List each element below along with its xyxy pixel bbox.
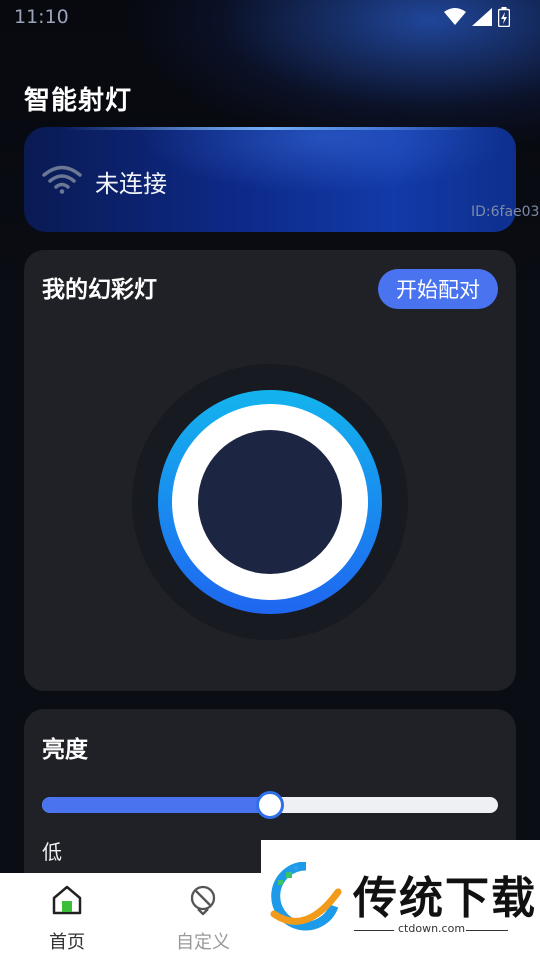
status-time: 11:10 bbox=[14, 6, 69, 28]
brightness-slider-fill bbox=[42, 797, 270, 813]
wifi-icon bbox=[42, 165, 82, 194]
nav-item-custom-label: 自定义 bbox=[176, 932, 230, 953]
home-icon bbox=[52, 885, 82, 915]
lamp-ring-graphic bbox=[132, 364, 408, 640]
connection-status: 未连接 bbox=[95, 170, 167, 198]
battery-icon bbox=[498, 7, 510, 27]
lamp-card-title: 我的幻彩灯 bbox=[42, 277, 157, 303]
status-icons bbox=[444, 7, 510, 27]
watermark-divider-right bbox=[466, 930, 508, 931]
watermark-brand: 传统下载 bbox=[353, 873, 537, 924]
watermark-divider-left bbox=[354, 930, 394, 931]
nav-item-home-label: 首页 bbox=[49, 932, 85, 953]
status-bar: 11:10 bbox=[0, 0, 540, 34]
wifi-signal-icon bbox=[444, 8, 466, 25]
brightness-low-label: 低 bbox=[42, 840, 62, 864]
nav-item-custom[interactable]: 自定义 bbox=[153, 873, 253, 960]
watermark-url: ctdown.com bbox=[398, 922, 466, 935]
lamp-ring-control[interactable] bbox=[132, 364, 408, 640]
brightness-slider[interactable] bbox=[42, 791, 498, 819]
brightness-title: 亮度 bbox=[42, 737, 88, 763]
device-id: ID:6fae03 bbox=[471, 204, 540, 220]
brightness-slider-thumb[interactable] bbox=[256, 791, 284, 819]
page-title: 智能射灯 bbox=[24, 86, 133, 116]
lamp-center bbox=[198, 430, 342, 574]
spotlight-icon bbox=[190, 885, 216, 916]
start-pairing-button[interactable]: 开始配对 bbox=[378, 269, 498, 309]
watermark-logo-icon bbox=[270, 862, 342, 931]
cell-signal-icon bbox=[472, 8, 492, 26]
nav-item-home[interactable]: 首页 bbox=[17, 873, 117, 960]
